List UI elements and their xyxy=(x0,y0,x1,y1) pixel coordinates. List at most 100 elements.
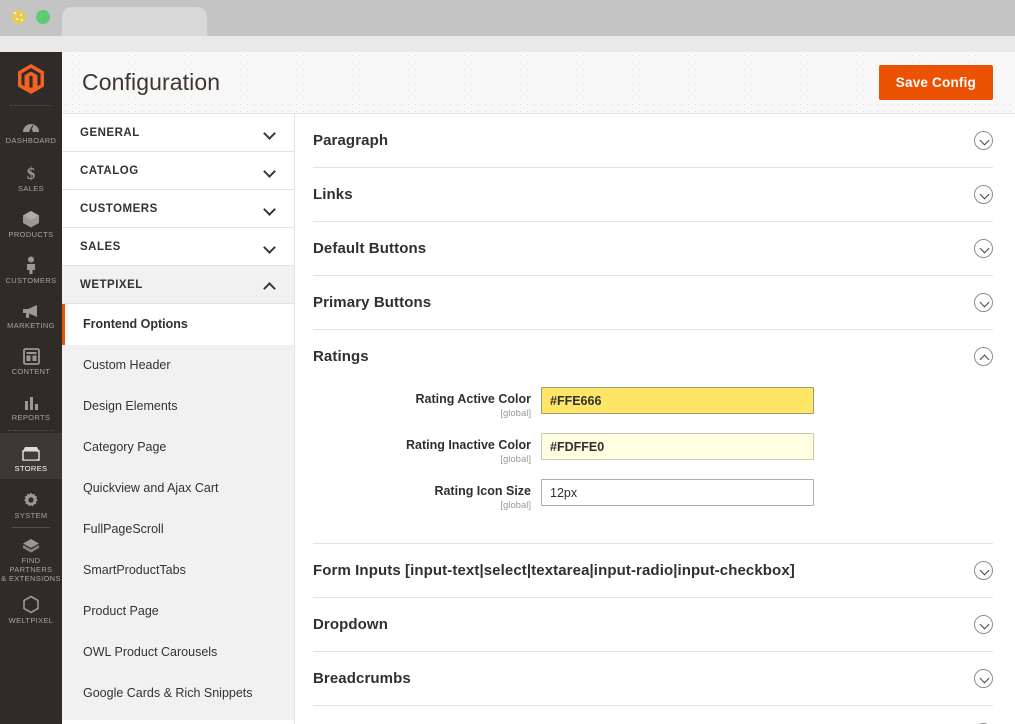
fieldset-header-default-buttons[interactable]: Default Buttons xyxy=(313,222,993,275)
chevron-down-icon[interactable] xyxy=(974,561,993,580)
chevron-up-icon xyxy=(264,281,276,289)
chevron-down-icon xyxy=(264,243,276,251)
field-scope: [global] xyxy=(313,408,531,419)
gear-icon xyxy=(22,491,40,509)
nav-section-catalog[interactable]: CATALOG xyxy=(62,152,294,190)
fieldset-header-breadcrumbs[interactable]: Breadcrumbs xyxy=(313,652,993,705)
fieldset-paragraph: Paragraph xyxy=(313,114,993,168)
nav-sub-item-smartproducttabs[interactable]: SmartProductTabs xyxy=(62,550,294,591)
nav-section-general[interactable]: GENERAL xyxy=(62,114,294,152)
chevron-down-icon[interactable] xyxy=(974,239,993,258)
nav-section-customers[interactable]: CUSTOMERS xyxy=(62,190,294,228)
green-dot[interactable] xyxy=(36,10,50,24)
rail-item-stores[interactable]: STORES xyxy=(0,433,62,479)
nav-sub-item-product-page[interactable]: Product Page xyxy=(62,591,294,632)
fieldset-title: Paragraph xyxy=(313,132,388,149)
nav-section-sales[interactable]: SALES xyxy=(62,228,294,266)
config-content: Paragraph Links Default Buttons Primar xyxy=(295,114,1015,724)
chevron-down-icon xyxy=(264,167,276,175)
rail-label: CONTENT xyxy=(12,367,51,376)
field-scope: [global] xyxy=(313,454,531,465)
page-title: Configuration xyxy=(82,69,220,96)
fieldset-header-primary-buttons[interactable]: Primary Buttons xyxy=(313,276,993,329)
fieldset-header-icons[interactable]: Icons xyxy=(313,706,993,724)
nav-section-wetpixel[interactable]: WETPIXEL xyxy=(62,266,294,304)
nav-section-label: GENERAL xyxy=(80,127,140,139)
chevron-down-icon[interactable] xyxy=(974,185,993,204)
rail-item-marketing[interactable]: MARKETING xyxy=(0,290,62,336)
page-header: Configuration Save Config xyxy=(62,52,1015,114)
field-label-col: Rating Active Color [global] xyxy=(313,387,541,419)
fieldset-links: Links xyxy=(313,168,993,222)
field-label: Rating Inactive Color xyxy=(313,438,531,453)
dollar-icon: $ xyxy=(23,164,39,182)
window-controls xyxy=(12,10,50,24)
nav-section-label: SALES xyxy=(80,241,121,253)
chevron-down-icon[interactable] xyxy=(974,669,993,688)
chevron-down-icon[interactable] xyxy=(974,293,993,312)
page-body: GENERAL CATALOG CUSTOMERS SALES WETPIXEL xyxy=(62,114,1015,724)
fieldset-title: Ratings xyxy=(313,348,369,365)
rail-item-system[interactable]: SYSTEM xyxy=(0,479,62,525)
nav-sub-item-fullpagescroll[interactable]: FullPageScroll xyxy=(62,509,294,550)
field-label: Rating Icon Size xyxy=(313,484,531,499)
rating-active-color-input[interactable] xyxy=(541,387,814,414)
chevron-down-icon[interactable] xyxy=(974,131,993,150)
rail-label: STORES xyxy=(15,464,48,473)
fieldset-header-dropdown[interactable]: Dropdown xyxy=(313,598,993,651)
magento-logo[interactable] xyxy=(10,52,52,106)
rating-icon-size-input[interactable] xyxy=(541,479,814,506)
rail-label: WELTPIXEL xyxy=(9,616,54,625)
fieldset-ratings: Ratings Rating Active Color [global] Rat… xyxy=(313,330,993,544)
fieldset-header-links[interactable]: Links xyxy=(313,168,993,221)
layout-icon xyxy=(23,348,40,365)
nav-sub-item-google-cards-rich-snippets[interactable]: Google Cards & Rich Snippets xyxy=(62,673,294,714)
fieldset-primary-buttons: Primary Buttons xyxy=(313,276,993,330)
nav-sub-item-quickview-ajax-cart[interactable]: Quickview and Ajax Cart xyxy=(62,468,294,509)
fieldset-title: Dropdown xyxy=(313,616,388,633)
app-root: DASHBOARD $ SALES PRODUCTS CUSTOMERS MAR… xyxy=(0,0,1015,724)
rail-item-weltpixel[interactable]: WELTPIXEL xyxy=(0,584,62,630)
megaphone-icon xyxy=(21,303,41,319)
rail-label: CUSTOMERS xyxy=(6,276,57,285)
nav-sub-item-owl-product-carousels[interactable]: OWL Product Carousels xyxy=(62,632,294,673)
rail-item-content[interactable]: CONTENT xyxy=(0,336,62,382)
store-icon xyxy=(21,446,41,462)
chevron-down-icon xyxy=(264,129,276,137)
config-nav: GENERAL CATALOG CUSTOMERS SALES WETPIXEL xyxy=(62,114,295,724)
chevron-down-icon xyxy=(264,205,276,213)
rail-item-sales[interactable]: $ SALES xyxy=(0,152,62,198)
hexagon-icon xyxy=(22,595,40,614)
rating-inactive-color-input[interactable] xyxy=(541,433,814,460)
chevron-down-icon[interactable] xyxy=(974,615,993,634)
fieldset-header-form-inputs[interactable]: Form Inputs [input-text|select|textarea|… xyxy=(313,544,993,597)
rail-item-dashboard[interactable]: DASHBOARD xyxy=(0,106,62,152)
field-row-rating-inactive-color: Rating Inactive Color [global] xyxy=(313,433,993,465)
rail-item-products[interactable]: PRODUCTS xyxy=(0,198,62,244)
rail-item-customers[interactable]: CUSTOMERS xyxy=(0,244,62,290)
field-row-rating-icon-size: Rating Icon Size [global] xyxy=(313,479,993,511)
nav-sub-item-category-page[interactable]: Category Page xyxy=(62,427,294,468)
field-label: Rating Active Color xyxy=(313,392,531,407)
fieldset-header-ratings[interactable]: Ratings xyxy=(313,330,993,383)
nav-sub-item-design-elements[interactable]: Design Elements xyxy=(62,386,294,427)
chevron-up-icon[interactable] xyxy=(974,347,993,366)
admin-sidebar-rail: DASHBOARD $ SALES PRODUCTS CUSTOMERS MAR… xyxy=(0,52,62,724)
rail-item-find-partners[interactable]: FIND PARTNERS & EXTENSIONS xyxy=(0,530,62,584)
fieldset-title: Links xyxy=(313,186,353,203)
save-config-button[interactable]: Save Config xyxy=(879,65,993,100)
yellow-dot[interactable] xyxy=(12,10,26,24)
rail-item-reports[interactable]: REPORTS xyxy=(0,382,62,428)
field-scope: [global] xyxy=(313,500,531,511)
nav-sub-item-custom-header[interactable]: Custom Header xyxy=(62,345,294,386)
browser-tab[interactable] xyxy=(62,7,208,36)
browser-chrome xyxy=(0,0,1015,36)
fieldset-header-paragraph[interactable]: Paragraph xyxy=(313,114,993,167)
box-icon xyxy=(22,210,40,228)
nav-sub-list: Frontend Options Custom Header Design El… xyxy=(62,304,294,720)
fieldset-icons: Icons xyxy=(313,706,993,724)
nav-sub-item-frontend-options[interactable]: Frontend Options xyxy=(62,304,294,345)
fieldset-title: Form Inputs [input-text|select|textarea|… xyxy=(313,562,795,579)
bar-chart-icon xyxy=(23,395,40,411)
rail-divider-solid xyxy=(12,527,50,528)
